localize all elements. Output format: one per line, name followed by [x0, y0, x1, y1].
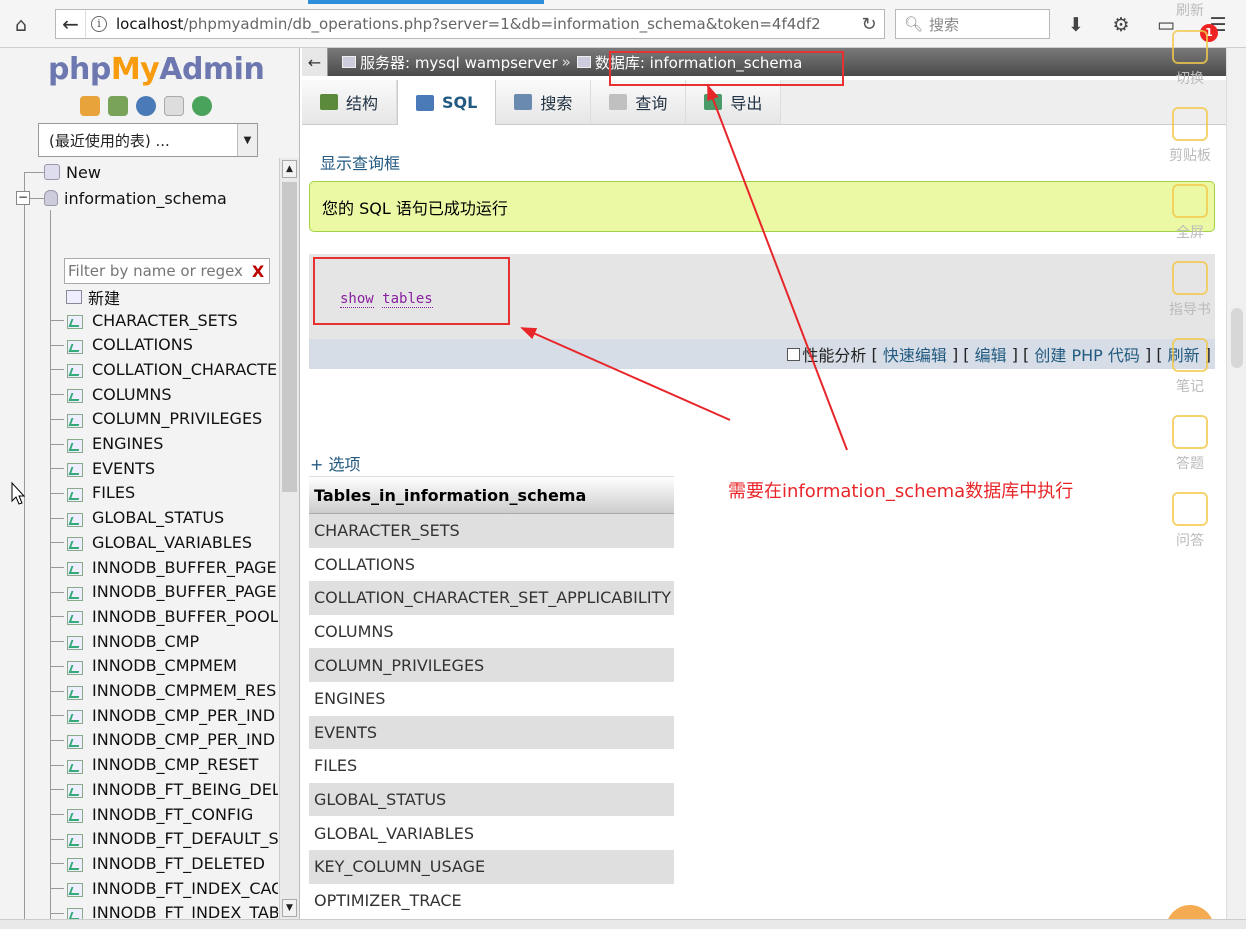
annotation-text: 需要在information_schema数据库中执行 — [728, 481, 1074, 502]
side-tool-label: 笔记 — [1176, 379, 1204, 395]
side-tool-icon — [1172, 261, 1208, 295]
side-tool-item[interactable]: 切换 — [1160, 30, 1220, 88]
side-tool-icon — [1172, 415, 1208, 449]
side-tool-icon — [1172, 338, 1208, 372]
side-tool-label: 切换 — [1176, 71, 1204, 87]
side-tool-icon — [1172, 184, 1208, 218]
page-scroll-thumb[interactable] — [1231, 308, 1243, 368]
floating-tool-panel: 刷新切换剪贴板全屏指导书笔记答题问答 — [1160, 3, 1222, 590]
annotation-arrow-database — [707, 84, 848, 451]
side-tool-icon — [1172, 30, 1208, 64]
side-tool-item[interactable]: 全屏 — [1160, 184, 1220, 242]
status-bar — [0, 919, 1246, 929]
side-tool-label: 问答 — [1176, 533, 1204, 549]
annotation-arrow-query — [520, 327, 731, 421]
side-tool-item[interactable]: 答题 — [1160, 415, 1220, 473]
page-scrollbar[interactable] — [1226, 48, 1246, 929]
annotation-arrows — [520, 84, 848, 451]
side-tool-icon — [1172, 492, 1208, 526]
side-tool-label: 刷新 — [1176, 3, 1204, 19]
side-tool-item[interactable]: 剪贴板 — [1160, 107, 1220, 165]
side-tool-label: 剪贴板 — [1169, 148, 1211, 164]
side-tool-item[interactable]: 刷新 — [1160, 0, 1220, 20]
side-tool-icon — [1172, 107, 1208, 141]
side-tool-label: 指导书 — [1169, 302, 1211, 318]
side-tool-label: 答题 — [1176, 456, 1204, 472]
side-tool-item[interactable]: 指导书 — [1160, 261, 1220, 319]
side-tool-item[interactable]: 笔记 — [1160, 338, 1220, 396]
side-tool-item[interactable]: 问答 — [1160, 492, 1220, 550]
side-tool-label: 全屏 — [1176, 225, 1204, 241]
